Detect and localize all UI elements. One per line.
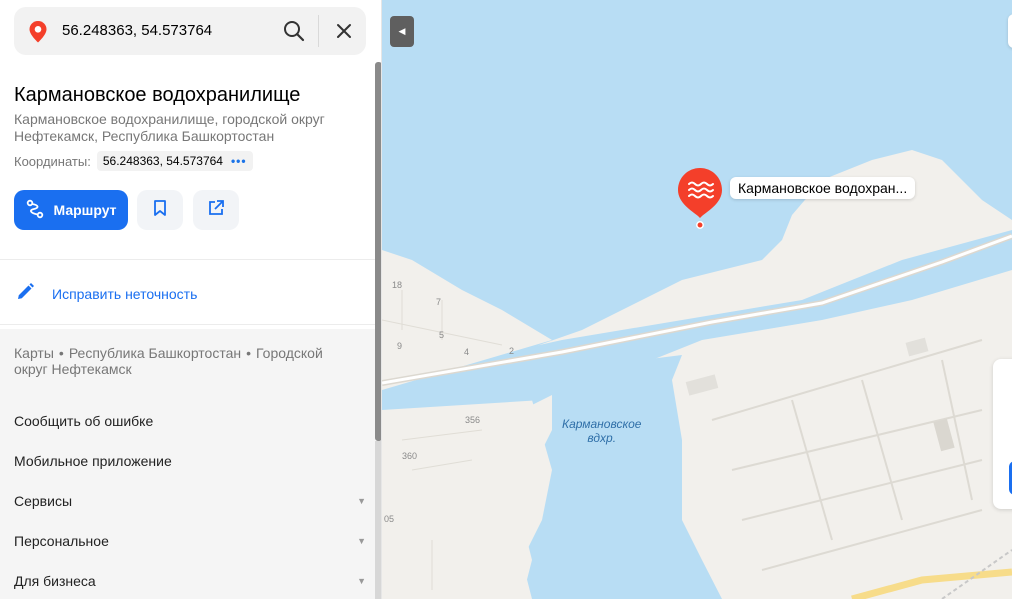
location-pin-icon (28, 20, 48, 49)
menu-item-label: Для бизнеса (14, 573, 96, 589)
side-info-card[interactable] (993, 359, 1012, 509)
breadcrumb: Карты • Республика Башкортостан • Городской … (14, 345, 344, 377)
share-button[interactable] (193, 190, 239, 230)
scrollbar-thumb[interactable] (375, 62, 381, 441)
house-number: 18 (392, 280, 403, 290)
place-address: Кармановское водохранилище, городской ок… (14, 111, 325, 144)
house-number: 360 (402, 451, 418, 461)
breadcrumb-item-maps[interactable]: Карты (14, 345, 54, 361)
water-body-label: Кармановское вдхр. (562, 417, 641, 445)
bookmark-button[interactable] (137, 190, 183, 230)
breadcrumb-separator: • (246, 345, 252, 361)
collapse-sidebar-button[interactable]: ◀ (390, 16, 414, 47)
map-canvas (382, 0, 1012, 599)
more-icon[interactable]: ••• (231, 154, 247, 168)
divider (0, 259, 376, 260)
fix-inaccuracy-label: Исправить неточность (52, 285, 198, 302)
house-number: 9 (397, 341, 403, 351)
coordinates-text: 56.248363, 54.573764 (102, 154, 223, 168)
coordinates-value[interactable]: 56.248363, 54.573764 ••• (96, 151, 253, 171)
chevron-down-icon: ▼ (357, 576, 366, 586)
menu-item-services[interactable]: Сервисы ▼ (14, 493, 366, 509)
map-control[interactable] (1008, 14, 1012, 48)
route-button[interactable]: Маршрут (14, 190, 128, 230)
divider (0, 324, 376, 325)
scrollbar-track[interactable] (375, 441, 381, 599)
menu-item-mobile-app[interactable]: Мобильное приложение (14, 453, 366, 469)
house-number: 7 (436, 297, 442, 307)
breadcrumb-item-region[interactable]: Республика Башкортостан (69, 345, 241, 361)
menu-item-label: Персональное (14, 533, 109, 549)
marker-label[interactable]: Кармановское водохран... (730, 177, 916, 199)
menu-item-report-error[interactable]: Сообщить об ошибке (14, 413, 366, 429)
fix-inaccuracy-link[interactable]: Исправить неточность (14, 281, 197, 306)
breadcrumb-separator: • (58, 345, 64, 361)
pencil-icon (14, 281, 36, 306)
house-number: 356 (465, 415, 481, 425)
search-input[interactable]: 56.248363, 54.573764 (62, 22, 212, 39)
house-number: 2 (509, 346, 515, 356)
place-card: Кармановское водохранилище Кармановское … (0, 70, 376, 599)
chevron-down-icon: ▼ (357, 496, 366, 506)
search-divider (318, 15, 319, 47)
coordinates-label: Координаты: (14, 153, 91, 169)
route-icon (25, 199, 45, 222)
menu-item-label: Сервисы (14, 493, 73, 509)
water-marker-icon (678, 168, 722, 229)
menu-item-label: Сообщить об ошибке (14, 413, 154, 429)
house-number: 4 (464, 347, 470, 357)
place-title: Кармановское водохранилище (14, 84, 301, 106)
water-label-line2: вдхр. (587, 431, 617, 445)
chevron-down-icon: ▼ (357, 536, 366, 546)
menu-item-label: Мобильное приложение (14, 453, 172, 469)
search-bar[interactable]: 56.248363, 54.573764 (14, 7, 366, 55)
house-number: 5 (439, 330, 445, 340)
coordinates-row: Координаты: 56.248363, 54.573764 ••• (14, 151, 253, 171)
route-button-label: Маршрут (53, 202, 117, 218)
water-label-line1: Кармановское (562, 417, 642, 431)
close-icon[interactable] (330, 17, 358, 45)
map-view[interactable]: ◀ Кармановское водохран... Кармановское … (382, 0, 1012, 599)
search-icon[interactable] (280, 17, 312, 45)
bookmark-icon (151, 199, 169, 222)
share-icon (207, 199, 225, 222)
place-marker[interactable] (676, 166, 724, 237)
footer-area: Карты • Республика Башкортостан • Городской … (0, 329, 376, 599)
menu-item-personal[interactable]: Персональное ▼ (14, 533, 366, 549)
sidebar: 56.248363, 54.573764 Кармановское водохр… (0, 0, 382, 599)
menu-item-business[interactable]: Для бизнеса ▼ (14, 573, 366, 589)
house-number: 05 (384, 514, 395, 524)
